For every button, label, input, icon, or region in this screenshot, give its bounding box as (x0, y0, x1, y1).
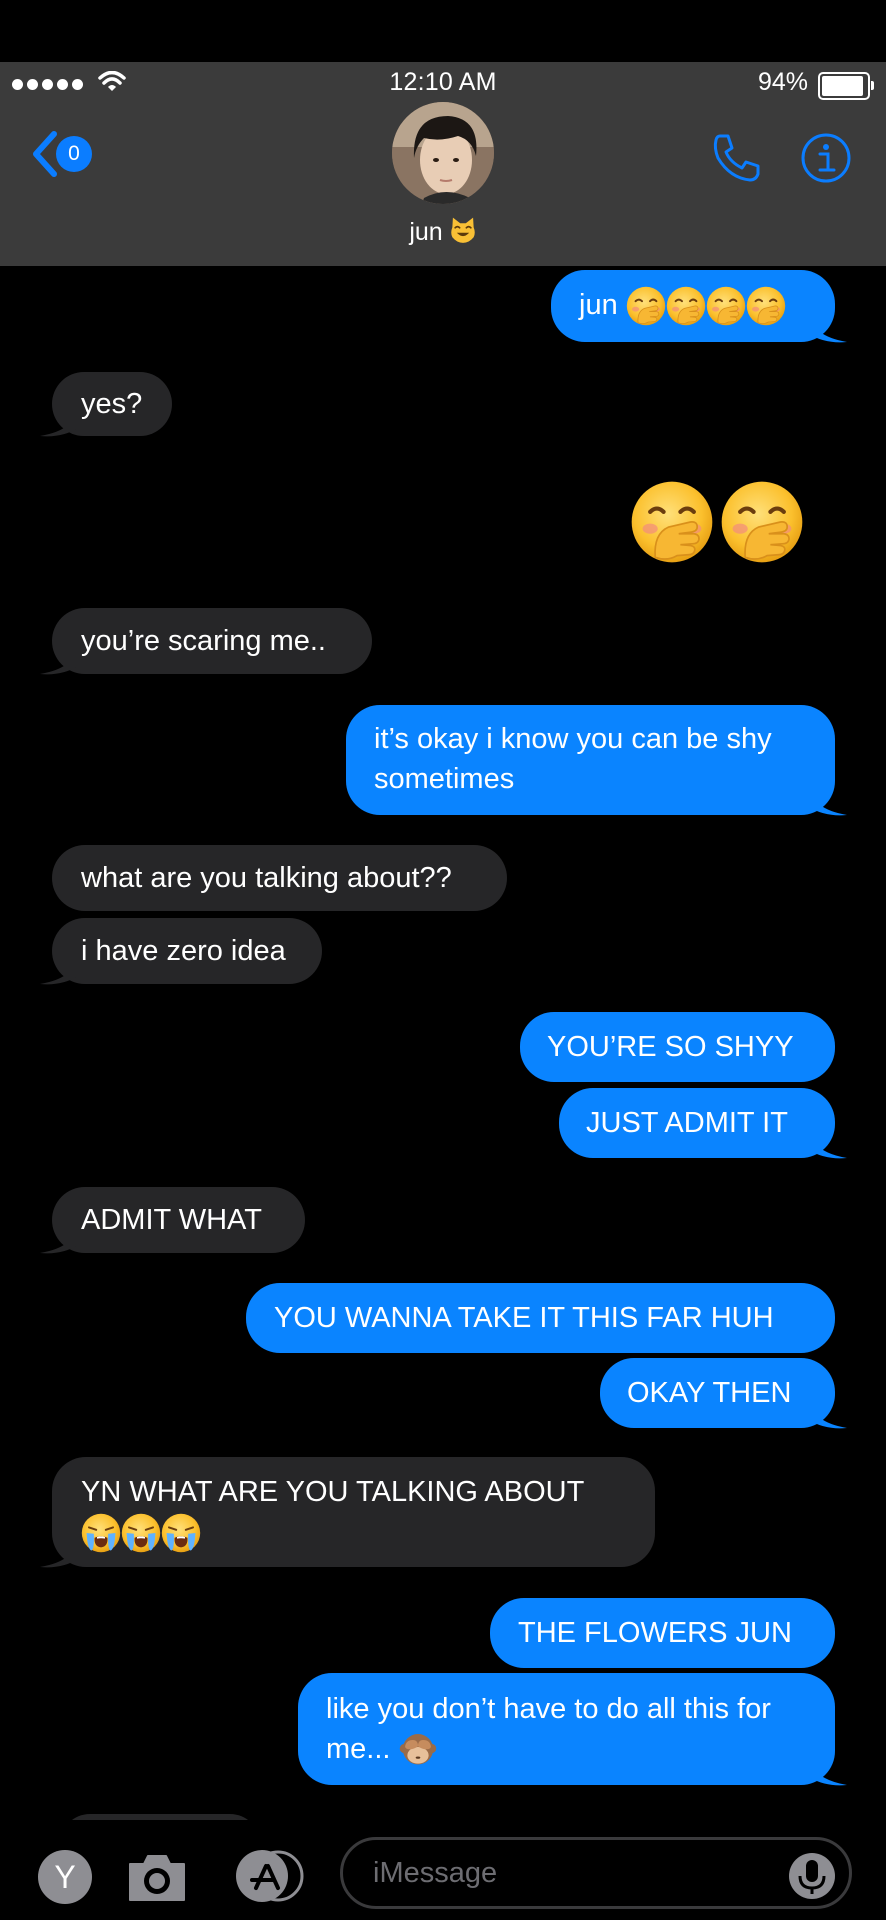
message-text: YOU WANNA TAKE IT THIS FAR HUH (274, 1302, 774, 1334)
battery-icon (818, 72, 874, 100)
message-bubble-sent[interactable]: OKAY THEN (600, 1358, 847, 1429)
message-line: sometimes (374, 763, 515, 795)
y-app-label: Y (54, 1858, 76, 1895)
contact-avatar[interactable] (392, 102, 494, 204)
see-no-evil-monkey-icon (399, 1731, 437, 1769)
message-text: OKAY THEN (627, 1377, 792, 1409)
status-bar: 12:10 AM 94% (0, 62, 886, 102)
message-bubble-received[interactable]: YN WHAT ARE YOU TALKING ABOUT (40, 1457, 655, 1568)
message-text: yes? (81, 388, 143, 420)
message-text: i have zero idea (81, 935, 286, 967)
phone-icon[interactable] (708, 130, 764, 186)
message-bubble-received[interactable]: what are you talking about?? (52, 845, 507, 911)
contact-name[interactable]: jun (0, 216, 886, 247)
message-bubble-sent[interactable]: YOU’RE SO SHYY (520, 1012, 835, 1082)
back-button[interactable]: 0 (30, 130, 92, 178)
face-with-hand-over-mouth-icon (746, 286, 786, 326)
face-with-hand-over-mouth-icon (706, 286, 746, 326)
face-with-hand-over-mouth-icon (666, 286, 706, 326)
message-text: jun (579, 289, 618, 321)
face-with-hand-over-mouth-icon (630, 480, 714, 564)
y-app-button[interactable]: Y (38, 1850, 92, 1904)
loudly-crying-face-icon (81, 1513, 121, 1553)
imessage-input[interactable] (340, 1837, 852, 1909)
message-text: what are you talking about?? (81, 862, 452, 894)
smiling-cat-face-icon (449, 216, 477, 244)
status-time: 12:10 AM (389, 68, 497, 96)
message-line: like you don’t have to do all this for (326, 1693, 771, 1725)
message-bubble-received[interactable]: i have zero idea (40, 918, 322, 985)
message-bubble-sent[interactable]: THE FLOWERS JUN (490, 1598, 835, 1668)
message-bubble-received[interactable]: yes? (40, 372, 172, 437)
info-icon[interactable] (800, 132, 852, 184)
message-bubble-received[interactable]: you’re scaring me.. (40, 608, 372, 675)
face-with-hand-over-mouth-icon (626, 286, 666, 326)
message-bubble-received[interactable]: ADMIT WHAT (40, 1187, 305, 1254)
conversation-header: 12:10 AM 94% 0 jun (0, 62, 886, 266)
message-text: ADMIT WHAT (81, 1204, 262, 1236)
message-bubble-sent[interactable]: JUST ADMIT IT (559, 1088, 847, 1159)
message-text: THE FLOWERS JUN (518, 1617, 792, 1649)
app-store-icon[interactable] (232, 1848, 308, 1904)
message-line: YN WHAT ARE YOU TALKING ABOUT (81, 1476, 585, 1508)
big-emoji-message[interactable] (630, 480, 804, 569)
message-text: YOU’RE SO SHYY (547, 1031, 794, 1063)
microphone-icon[interactable] (788, 1852, 836, 1900)
message-text: JUST ADMIT IT (586, 1107, 788, 1139)
message-bubble-sent[interactable]: it’s okay i know you can be shy sometime… (346, 705, 847, 816)
contact-name-text: jun (409, 218, 443, 246)
unread-count-badge: 0 (56, 136, 92, 172)
message-text: you’re scaring me.. (81, 625, 326, 657)
message-line: it’s okay i know you can be shy (374, 723, 772, 755)
message-bubble-sent[interactable]: YOU WANNA TAKE IT THIS FAR HUH (246, 1283, 835, 1353)
message-bubble-sent[interactable]: like you don’t have to do all this for m… (298, 1673, 847, 1786)
top-spacer (0, 0, 886, 62)
camera-icon[interactable] (126, 1850, 188, 1904)
message-input-bar: Y (0, 1820, 886, 1920)
message-line: me... (326, 1733, 391, 1765)
message-bubble-sent[interactable]: jun (551, 270, 847, 343)
loudly-crying-face-icon (161, 1513, 201, 1553)
battery-percent: 94% (757, 68, 808, 96)
loudly-crying-face-icon (121, 1513, 161, 1553)
face-with-hand-over-mouth-icon (720, 480, 804, 564)
